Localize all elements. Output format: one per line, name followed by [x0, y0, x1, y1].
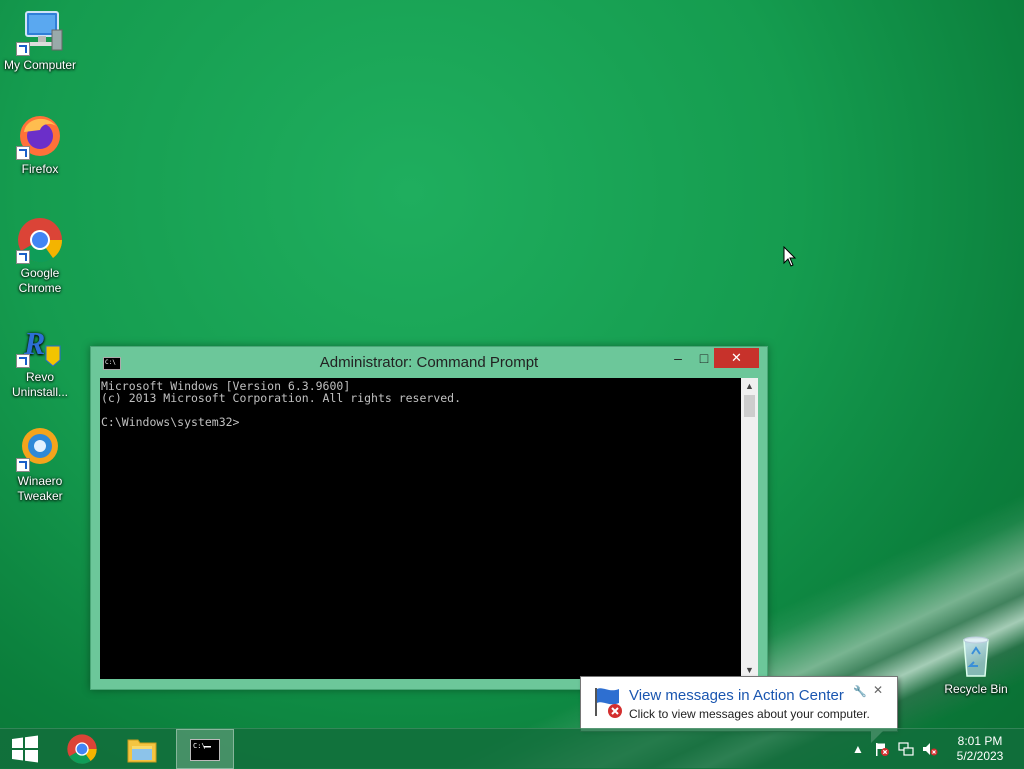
winaero-tweaker-icon — [16, 424, 64, 472]
shortcut-arrow-icon — [16, 250, 30, 264]
notification-title[interactable]: View messages in Action Center — [629, 687, 844, 704]
command-prompt-icon: C:\ — [190, 739, 220, 761]
revo-uninstaller-icon: R — [16, 320, 64, 368]
shortcut-arrow-icon — [16, 146, 30, 160]
desktop-icon-firefox[interactable]: Firefox — [0, 112, 80, 177]
desktop-icon-winaero-tweaker[interactable]: Winaero Tweaker — [0, 424, 80, 504]
shortcut-arrow-icon — [16, 42, 30, 56]
volume-muted-icon[interactable] — [922, 741, 938, 757]
system-clock[interactable]: 8:01 PM 5/2/2023 — [948, 734, 1012, 764]
close-button[interactable]: ✕ — [714, 348, 759, 368]
taskbar-chrome[interactable] — [56, 729, 112, 769]
scrollbar-thumb[interactable] — [744, 395, 755, 417]
action-center-flag-icon — [595, 688, 622, 718]
computer-icon — [16, 8, 64, 56]
start-button[interactable] — [0, 729, 56, 769]
vertical-scrollbar[interactable]: ▲ ▼ — [741, 378, 758, 679]
file-explorer-icon — [127, 739, 157, 763]
notification-close-button[interactable]: ✕ — [873, 683, 883, 697]
wrench-icon[interactable]: 🔧 — [853, 685, 867, 698]
desktop-icon-google-chrome[interactable]: Google Chrome — [0, 216, 80, 296]
scroll-up-arrow-icon[interactable]: ▲ — [741, 378, 758, 395]
window-title-bar[interactable]: Administrator: Command Prompt – □ ✕ — [91, 347, 767, 377]
minimize-button[interactable]: – — [665, 348, 691, 368]
chrome-icon — [16, 216, 64, 264]
taskbar-command-prompt[interactable]: C:\ — [176, 729, 234, 769]
notification-text[interactable]: Click to view messages about your comput… — [629, 707, 870, 721]
desktop-icon-label: Winaero Tweaker — [17, 474, 63, 503]
command-prompt-window[interactable]: Administrator: Command Prompt – □ ✕ Micr… — [90, 346, 768, 690]
desktop-icon-recycle-bin[interactable]: Recycle Bin — [936, 632, 1016, 697]
action-center-tray-icon[interactable] — [874, 741, 890, 757]
desktop-icon-label: Recycle Bin — [944, 682, 1008, 696]
show-hidden-icons-button[interactable]: ▲ — [850, 741, 866, 757]
svg-text:C:\: C:\ — [193, 742, 206, 750]
console-output[interactable]: Microsoft Windows [Version 6.3.9600] (c)… — [100, 378, 741, 679]
network-icon[interactable] — [898, 741, 914, 757]
desktop-icon-label: Firefox — [21, 162, 59, 176]
desktop-icon-revo-uninstaller[interactable]: R Revo Uninstall... — [0, 320, 80, 400]
recycle-bin-icon — [952, 632, 1000, 680]
clock-time: 8:01 PM — [957, 734, 1003, 748]
taskbar: C:\ ▲ 8:01 PM 5/2/2023 — [0, 728, 1024, 769]
desktop-icon-label: My Computer — [3, 58, 77, 72]
clock-date: 5/2/2023 — [956, 749, 1004, 763]
chrome-icon — [67, 734, 97, 764]
desktop-icon-label: Google Chrome — [18, 266, 62, 295]
shortcut-arrow-icon — [16, 458, 30, 472]
windows-start-icon — [12, 735, 38, 763]
mouse-cursor-icon — [783, 246, 797, 267]
taskbar-file-explorer[interactable] — [116, 729, 172, 769]
firefox-icon — [16, 112, 64, 160]
action-center-notification[interactable]: View messages in Action Center Click to … — [580, 676, 898, 743]
desktop-icon-label: Revo Uninstall... — [11, 370, 69, 399]
desktop-icon-my-computer[interactable]: My Computer — [0, 8, 80, 73]
shortcut-arrow-icon — [16, 354, 30, 368]
